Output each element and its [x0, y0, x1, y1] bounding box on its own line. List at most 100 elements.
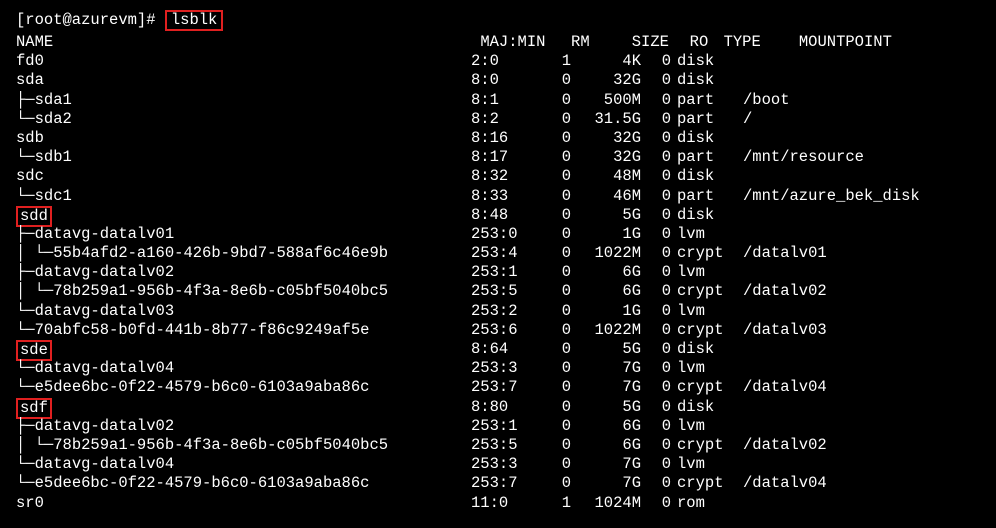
tree-branch-glyph: │ └─ — [16, 436, 53, 454]
device-name-cell: │ └─55b4afd2-a160-426b-9bd7-588af6c46e9b — [16, 244, 471, 263]
shell-prompt-line: [root@azurevm]# lsblk — [16, 10, 980, 31]
majmin: 253:1 — [471, 417, 541, 436]
size: 32G — [571, 71, 641, 90]
lsblk-row: sdd 8:4805G0disk — [16, 206, 980, 225]
rm: 0 — [541, 148, 571, 167]
device-name-cell: ├─datavg-datalv01 — [16, 225, 471, 244]
type: crypt — [671, 378, 737, 397]
type: disk — [671, 340, 737, 359]
type: lvm — [671, 455, 737, 474]
size: 5G — [571, 206, 641, 225]
rm: 0 — [541, 167, 571, 186]
tree-branch-glyph: └─ — [16, 474, 35, 492]
majmin: 11:0 — [471, 494, 541, 513]
type: crypt — [671, 244, 737, 263]
ro: 0 — [641, 378, 671, 397]
ro: 0 — [641, 455, 671, 474]
majmin: 253:2 — [471, 302, 541, 321]
majmin: 8:0 — [471, 71, 541, 90]
col-type: TYPE — [718, 33, 784, 52]
ro: 0 — [641, 187, 671, 206]
device-name: e5dee6bc-0f22-4579-b6c0-6103a9aba86c — [35, 378, 370, 396]
majmin: 8:33 — [471, 187, 541, 206]
majmin: 253:4 — [471, 244, 541, 263]
tree-branch-glyph: └─ — [16, 302, 35, 320]
rm: 0 — [541, 398, 571, 417]
ro: 0 — [641, 436, 671, 455]
ro: 0 — [641, 129, 671, 148]
lsblk-row: ├─datavg-datalv02253:106G0lvm — [16, 263, 980, 282]
device-name-cell: └─datavg-datalv04 — [16, 455, 471, 474]
ro: 0 — [641, 110, 671, 129]
type: crypt — [671, 474, 737, 493]
rm: 1 — [541, 494, 571, 513]
size: 6G — [571, 263, 641, 282]
type: disk — [671, 52, 737, 71]
majmin: 253:0 — [471, 225, 541, 244]
device-name: datavg-datalv04 — [35, 359, 175, 377]
size: 7G — [571, 359, 641, 378]
majmin: 8:16 — [471, 129, 541, 148]
lsblk-row: sr0 11:011024M0rom — [16, 494, 980, 513]
rm: 0 — [541, 417, 571, 436]
rm: 0 — [541, 436, 571, 455]
lsblk-row: └─sdb1 8:17032G0part/mnt/resource — [16, 148, 980, 167]
tree-branch-glyph: │ └─ — [16, 244, 53, 262]
type: crypt — [671, 436, 737, 455]
device-name-cell: └─70abfc58-b0fd-441b-8b77-f86c9249af5e — [16, 321, 471, 340]
type: part — [671, 110, 737, 129]
mountpoint: /datalv03 — [737, 321, 827, 340]
type: disk — [671, 398, 737, 417]
type: lvm — [671, 263, 737, 282]
device-name: e5dee6bc-0f22-4579-b6c0-6103a9aba86c — [35, 474, 370, 492]
majmin: 253:7 — [471, 378, 541, 397]
lsblk-row: sda 8:0032G0disk — [16, 71, 980, 90]
device-name-cell: └─e5dee6bc-0f22-4579-b6c0-6103a9aba86c — [16, 474, 471, 493]
type: part — [671, 148, 737, 167]
ro: 0 — [641, 321, 671, 340]
majmin: 253:3 — [471, 359, 541, 378]
device-name-cell: sdc — [16, 167, 471, 186]
ro: 0 — [641, 474, 671, 493]
rm: 0 — [541, 378, 571, 397]
majmin: 253:3 — [471, 455, 541, 474]
lsblk-row: └─datavg-datalv04253:307G0lvm — [16, 455, 980, 474]
mountpoint: /mnt/azure_bek_disk — [737, 187, 920, 206]
col-name: NAME — [16, 33, 471, 52]
rm: 0 — [541, 110, 571, 129]
device-name-cell: sdf — [16, 398, 471, 419]
majmin: 253:5 — [471, 282, 541, 301]
majmin: 253:7 — [471, 474, 541, 493]
lsblk-row: │ └─55b4afd2-a160-426b-9bd7-588af6c46e9b… — [16, 244, 980, 263]
ro: 0 — [641, 225, 671, 244]
tree-branch-glyph: ├─ — [16, 225, 35, 243]
device-name: sdb — [16, 129, 44, 147]
lsblk-row: ├─datavg-datalv01253:001G0lvm — [16, 225, 980, 244]
rm: 0 — [541, 129, 571, 148]
majmin: 8:80 — [471, 398, 541, 417]
device-name: datavg-datalv02 — [35, 417, 175, 435]
rm: 0 — [541, 71, 571, 90]
ro: 0 — [641, 359, 671, 378]
tree-branch-glyph: ├─ — [16, 91, 35, 109]
size: 46M — [571, 187, 641, 206]
size: 6G — [571, 417, 641, 436]
device-name: datavg-datalv02 — [35, 263, 175, 281]
ro: 0 — [641, 148, 671, 167]
ro: 0 — [641, 302, 671, 321]
prompt-command[interactable]: lsblk — [165, 10, 224, 31]
size: 1024M — [571, 494, 641, 513]
ro: 0 — [641, 52, 671, 71]
lsblk-row: sdc 8:32048M0disk — [16, 167, 980, 186]
rm: 0 — [541, 359, 571, 378]
lsblk-row: sdb 8:16032G0disk — [16, 129, 980, 148]
rm: 0 — [541, 340, 571, 359]
device-name: sdd — [16, 206, 52, 227]
ro: 0 — [641, 91, 671, 110]
lsblk-output: fd0 2:014K0disksda 8:0032G0disk├─sda1 8:… — [16, 52, 980, 513]
rm: 0 — [541, 263, 571, 282]
majmin: 8:1 — [471, 91, 541, 110]
lsblk-header-row: NAME MAJ:MIN RM SIZE RO TYPE MOUNTPOINT — [16, 33, 980, 52]
majmin: 253:5 — [471, 436, 541, 455]
ro: 0 — [641, 71, 671, 90]
